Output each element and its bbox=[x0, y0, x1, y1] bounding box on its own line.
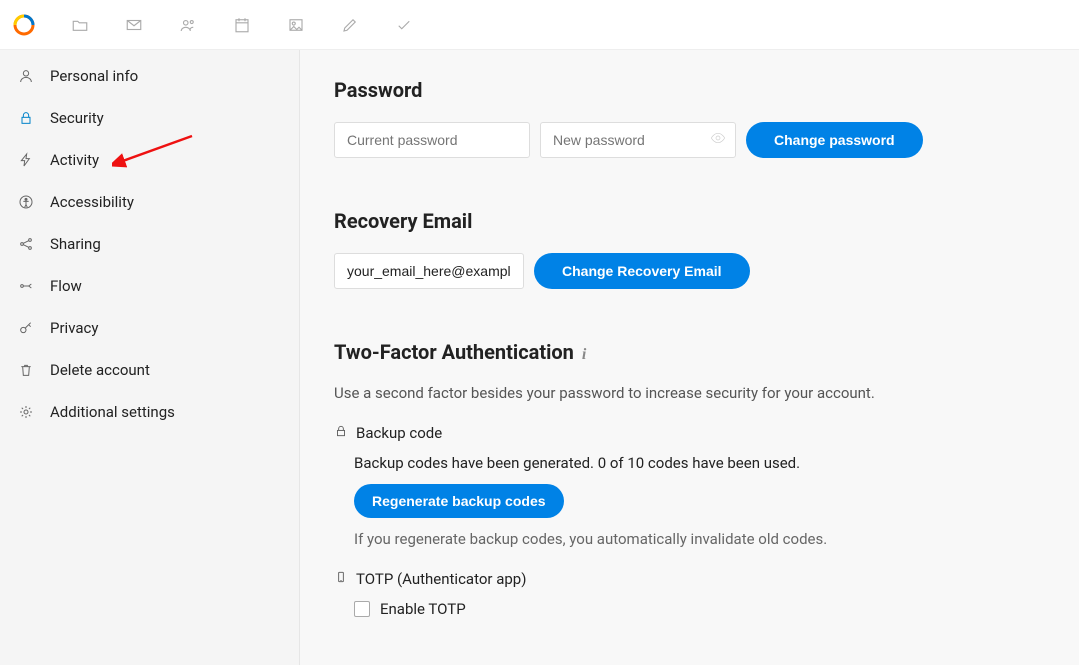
user-icon bbox=[18, 68, 34, 84]
calendar-icon[interactable] bbox=[222, 5, 262, 45]
pencil-icon[interactable] bbox=[330, 5, 370, 45]
twofa-heading: Two-Factor Authenticationi bbox=[334, 340, 1045, 364]
lock-icon bbox=[18, 110, 34, 126]
mail-icon[interactable] bbox=[114, 5, 154, 45]
sidebar-item-label: Security bbox=[50, 109, 104, 127]
change-recovery-email-button[interactable]: Change Recovery Email bbox=[534, 253, 750, 289]
sidebar-item-activity[interactable]: Activity bbox=[0, 139, 299, 181]
phone-icon bbox=[334, 570, 348, 588]
backup-code-title: Backup code bbox=[356, 424, 442, 442]
contacts-icon[interactable] bbox=[168, 5, 208, 45]
sidebar-item-label: Privacy bbox=[50, 319, 98, 337]
app-logo bbox=[12, 13, 36, 37]
accessibility-icon bbox=[18, 194, 34, 210]
recovery-email-input[interactable] bbox=[334, 253, 524, 289]
sidebar-item-flow[interactable]: Flow bbox=[0, 265, 299, 307]
twofa-description: Use a second factor besides your passwor… bbox=[334, 384, 1045, 402]
enable-totp-label: Enable TOTP bbox=[380, 600, 466, 618]
sidebar-item-sharing[interactable]: Sharing bbox=[0, 223, 299, 265]
change-password-button[interactable]: Change password bbox=[746, 122, 923, 158]
twofa-section: Two-Factor Authenticationi Use a second … bbox=[300, 311, 1079, 640]
settings-sidebar: Personal info Security Activity Accessib… bbox=[0, 50, 300, 665]
share-icon bbox=[18, 236, 34, 252]
current-password-input[interactable] bbox=[334, 122, 530, 158]
sidebar-item-label: Delete account bbox=[50, 361, 150, 379]
info-icon[interactable]: i bbox=[582, 346, 586, 363]
password-section: Password Change password bbox=[300, 50, 1079, 180]
sidebar-item-accessibility[interactable]: Accessibility bbox=[0, 181, 299, 223]
topbar bbox=[0, 0, 1079, 50]
lightning-icon bbox=[18, 152, 34, 168]
sidebar-item-personal-info[interactable]: Personal info bbox=[0, 55, 299, 97]
sidebar-item-label: Additional settings bbox=[50, 403, 175, 421]
sidebar-item-privacy[interactable]: Privacy bbox=[0, 307, 299, 349]
lock-icon bbox=[334, 424, 348, 442]
sidebar-item-label: Flow bbox=[50, 277, 82, 295]
sidebar-item-label: Personal info bbox=[50, 67, 138, 85]
sidebar-item-label: Activity bbox=[50, 151, 99, 169]
sidebar-item-label: Sharing bbox=[50, 235, 101, 253]
check-icon[interactable] bbox=[384, 5, 424, 45]
trash-icon bbox=[18, 362, 34, 378]
new-password-input[interactable] bbox=[540, 122, 736, 158]
folder-icon[interactable] bbox=[60, 5, 100, 45]
sidebar-item-additional-settings[interactable]: Additional settings bbox=[0, 391, 299, 433]
recovery-section: Recovery Email Change Recovery Email bbox=[300, 180, 1079, 311]
sidebar-item-delete-account[interactable]: Delete account bbox=[0, 349, 299, 391]
regenerate-backup-codes-button[interactable]: Regenerate backup codes bbox=[354, 484, 564, 518]
backup-code-status: Backup codes have been generated. 0 of 1… bbox=[354, 454, 1045, 472]
gear-icon bbox=[18, 404, 34, 420]
password-heading: Password bbox=[334, 78, 1045, 102]
recovery-heading: Recovery Email bbox=[334, 209, 1045, 233]
sidebar-item-security[interactable]: Security bbox=[0, 97, 299, 139]
eye-icon[interactable] bbox=[710, 130, 726, 150]
backup-code-subsection: Backup code Backup codes have been gener… bbox=[334, 424, 1045, 548]
flow-icon bbox=[18, 278, 34, 294]
enable-totp-checkbox[interactable] bbox=[354, 601, 370, 617]
key-icon bbox=[18, 320, 34, 336]
totp-title: TOTP (Authenticator app) bbox=[356, 570, 526, 588]
sidebar-item-label: Accessibility bbox=[50, 193, 134, 211]
totp-subsection: TOTP (Authenticator app) Enable TOTP bbox=[334, 570, 1045, 618]
photos-icon[interactable] bbox=[276, 5, 316, 45]
backup-code-note: If you regenerate backup codes, you auto… bbox=[354, 530, 1045, 548]
content-area: Password Change password Recovery Email … bbox=[300, 50, 1079, 665]
